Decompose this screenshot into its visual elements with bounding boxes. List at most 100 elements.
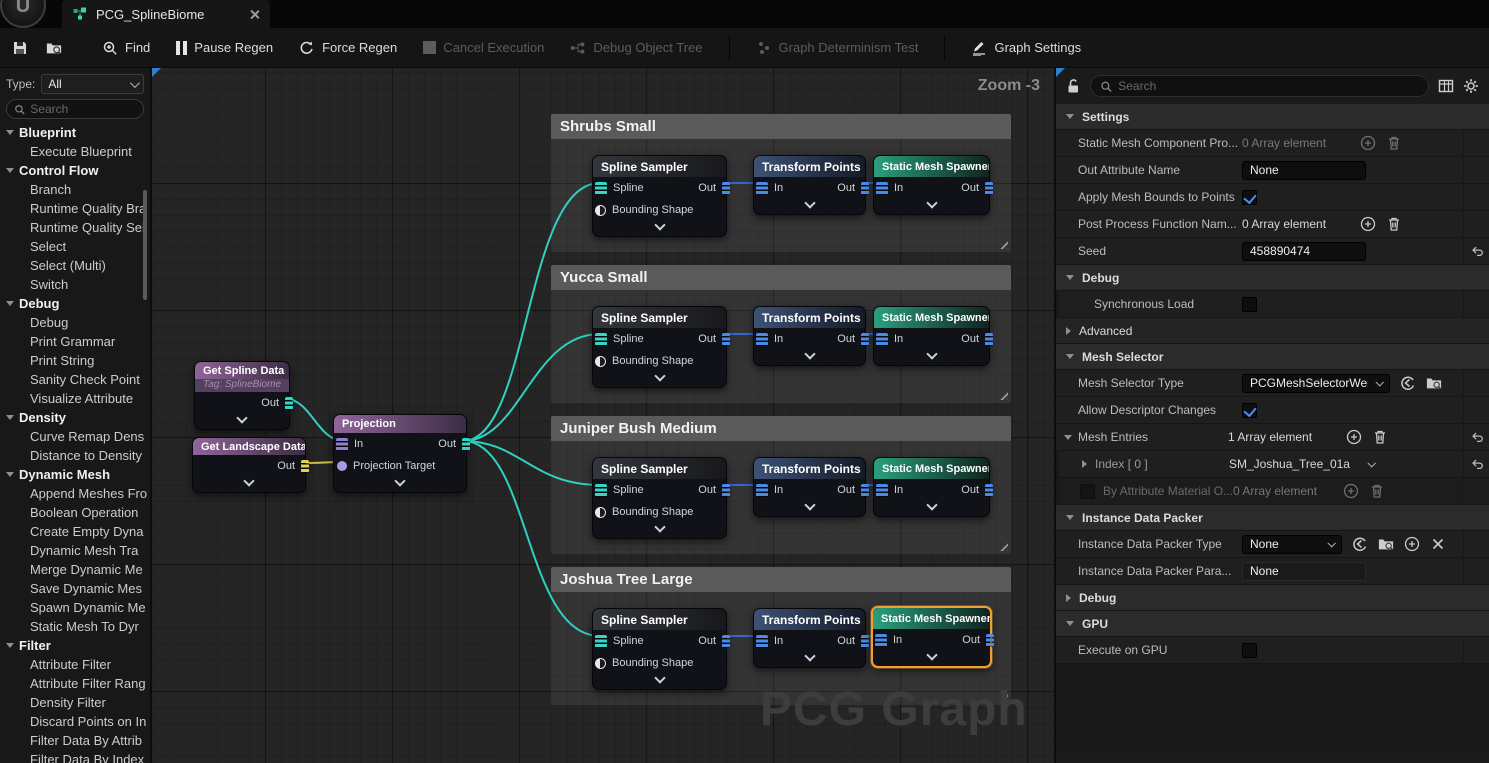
gear-icon[interactable]	[1463, 78, 1479, 94]
section-settings[interactable]: Settings	[1056, 104, 1489, 130]
output-pin[interactable]	[462, 438, 470, 451]
add-element-icon[interactable]	[1343, 483, 1359, 499]
collapse-chevron-icon[interactable]	[654, 370, 665, 381]
projection-target-pin[interactable]	[337, 461, 347, 471]
palette-item[interactable]: Runtime Quality Sel	[0, 218, 150, 237]
input-pin[interactable]	[595, 182, 607, 195]
display-options-icon[interactable]	[1438, 78, 1454, 94]
palette-item[interactable]: Print String	[0, 351, 150, 370]
input-pin[interactable]	[336, 438, 348, 451]
palette-item[interactable]: Select	[0, 237, 150, 256]
node-get-spline-data[interactable]: Get Spline Data Tag: SplineBiome Out	[194, 361, 290, 430]
add-element-icon[interactable]	[1404, 536, 1420, 552]
trash-icon[interactable]	[1369, 483, 1385, 499]
palette-search[interactable]	[6, 99, 144, 119]
node-static-mesh-spawner[interactable]: Static Mesh Spawner InOut	[873, 155, 990, 215]
input-pin[interactable]	[876, 182, 888, 195]
unlock-icon[interactable]	[1066, 78, 1081, 94]
output-pin[interactable]	[861, 333, 869, 346]
collapse-chevron-icon[interactable]	[654, 672, 665, 683]
browse-to-asset-icon[interactable]	[1378, 536, 1394, 552]
output-pin[interactable]	[861, 635, 869, 648]
use-selected-asset-icon[interactable]	[1352, 536, 1368, 552]
palette-item[interactable]: Attribute Filter	[0, 655, 150, 674]
revert-icon[interactable]	[1470, 457, 1484, 471]
group-resize-handle[interactable]	[997, 389, 1008, 400]
collapse-chevron-icon[interactable]	[394, 475, 405, 486]
apply-mesh-bounds-checkbox[interactable]	[1242, 190, 1257, 205]
section-mesh-selector[interactable]: Mesh Selector	[1056, 344, 1489, 370]
output-pin[interactable]	[985, 333, 993, 346]
output-pin[interactable]	[722, 635, 730, 648]
collapse-chevron-icon[interactable]	[926, 649, 937, 660]
palette-item[interactable]: Create Empty Dyna	[0, 522, 150, 541]
node-projection[interactable]: Projection In Out Projection Target	[333, 414, 467, 493]
graph-determinism-test-button[interactable]: Graph Determinism Test	[756, 40, 919, 56]
revert-icon[interactable]	[1470, 244, 1484, 258]
force-regen-button[interactable]: Force Regen	[299, 40, 397, 56]
collapse-arrow-icon[interactable]	[1082, 460, 1087, 468]
expand-arrow-icon[interactable]	[1064, 435, 1072, 440]
palette-category-debug[interactable]: Debug	[0, 294, 150, 313]
palette-item[interactable]: Filter Data By Attrib	[0, 731, 150, 750]
trash-icon[interactable]	[1372, 429, 1388, 445]
group-title[interactable]: Joshua Tree Large	[551, 567, 1011, 592]
output-pin[interactable]	[301, 460, 309, 473]
graph-settings-button[interactable]: Graph Settings	[971, 40, 1081, 56]
palette-item[interactable]: Runtime Quality Bra	[0, 199, 150, 218]
output-pin[interactable]	[861, 182, 869, 195]
save-button[interactable]	[12, 40, 28, 56]
node-static-mesh-spawner[interactable]: Static Mesh Spawner InOut	[873, 306, 990, 366]
palette-search-input[interactable]	[30, 102, 136, 116]
collapse-chevron-icon[interactable]	[654, 521, 665, 532]
palette-item[interactable]: Save Dynamic Mes	[0, 579, 150, 598]
input-pin[interactable]	[876, 333, 888, 346]
palette-item[interactable]: Density Filter	[0, 693, 150, 712]
collapse-chevron-icon[interactable]	[926, 197, 937, 208]
output-pin[interactable]	[722, 182, 730, 195]
node-spline-sampler[interactable]: Spline Sampler SplineOut Bounding Shape	[592, 306, 727, 388]
revert-icon[interactable]	[1470, 430, 1484, 444]
palette-item[interactable]: Sanity Check Point	[0, 370, 150, 389]
mesh-entry-dropdown[interactable]: SM_Joshua_Tree_01a	[1229, 457, 1463, 471]
node-spline-sampler[interactable]: Spline Sampler SplineOut Bounding Shape	[592, 155, 727, 237]
palette-item[interactable]: Dynamic Mesh Tra	[0, 541, 150, 560]
collapse-chevron-icon[interactable]	[236, 412, 247, 423]
palette-category-filter[interactable]: Filter	[0, 636, 150, 655]
palette-item[interactable]: Filter Data By Index	[0, 750, 150, 763]
input-pin[interactable]	[595, 484, 607, 497]
palette-item[interactable]: Switch	[0, 275, 150, 294]
by-attribute-material-checkbox[interactable]	[1080, 484, 1095, 499]
browse-to-asset-icon[interactable]	[1426, 375, 1442, 391]
input-pin[interactable]	[756, 182, 768, 195]
section-gpu[interactable]: GPU	[1056, 611, 1489, 637]
section-debug-2[interactable]: Debug	[1056, 585, 1489, 611]
node-static-mesh-spawner-selected[interactable]: Static Mesh Spawner InOut	[871, 606, 992, 668]
group-title[interactable]: Juniper Bush Medium	[551, 416, 1011, 441]
collapse-chevron-icon[interactable]	[804, 197, 815, 208]
node-transform-points[interactable]: Transform Points InOut	[753, 608, 866, 668]
input-pin[interactable]	[876, 484, 888, 497]
node-transform-points[interactable]: Transform Points InOut	[753, 306, 866, 366]
palette-item[interactable]: Execute Blueprint	[0, 142, 150, 161]
bounding-shape-pin[interactable]	[595, 356, 606, 367]
pause-regen-button[interactable]: Pause Regen	[176, 40, 273, 55]
add-element-icon[interactable]	[1346, 429, 1362, 445]
trash-icon[interactable]	[1386, 216, 1402, 232]
group-resize-handle[interactable]	[997, 238, 1008, 249]
collapse-chevron-icon[interactable]	[926, 348, 937, 359]
palette-item[interactable]: Debug	[0, 313, 150, 332]
type-filter-dropdown[interactable]: All	[41, 74, 144, 94]
bounding-shape-pin[interactable]	[595, 658, 606, 669]
allow-descriptor-changes-checkbox[interactable]	[1242, 403, 1257, 418]
palette-category-dynamic-mesh[interactable]: Dynamic Mesh	[0, 465, 150, 484]
input-pin[interactable]	[875, 634, 887, 647]
palette-item[interactable]: Static Mesh To Dyr	[0, 617, 150, 636]
use-selected-asset-icon[interactable]	[1400, 375, 1416, 391]
output-pin[interactable]	[722, 333, 730, 346]
output-pin[interactable]	[985, 484, 993, 497]
output-pin[interactable]	[722, 484, 730, 497]
palette-category-blueprint[interactable]: Blueprint	[0, 123, 150, 142]
palette-item[interactable]: Visualize Attribute	[0, 389, 150, 408]
seed-field[interactable]: 458890474	[1242, 242, 1366, 261]
